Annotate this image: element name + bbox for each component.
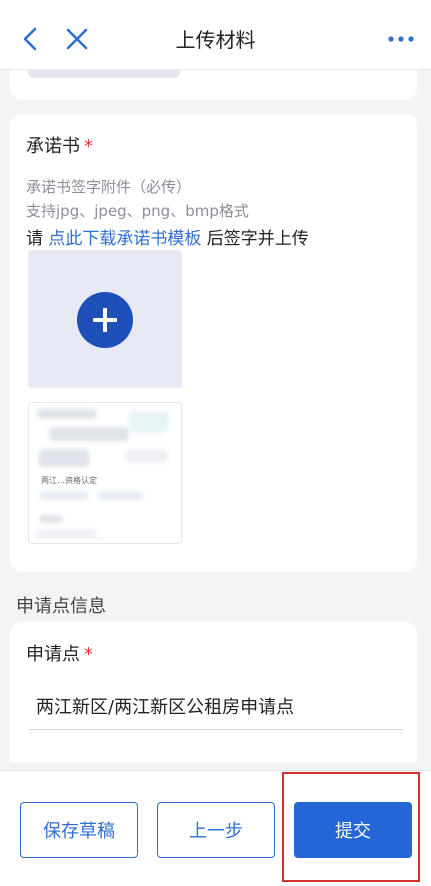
- download-instruction: 请 点此下载承诺书模板 后签字并上传: [26, 224, 309, 249]
- top-nav-bar: 上传材料: [0, 0, 431, 70]
- submit-button[interactable]: 提交: [294, 802, 412, 858]
- commitment-hint-formats: 支持jpg、jpeg、png、bmp格式: [26, 202, 249, 220]
- more-icon: [388, 36, 414, 42]
- plus-icon: [77, 292, 133, 348]
- commitment-label: 承诺书: [26, 136, 80, 157]
- required-mark: *: [84, 644, 93, 665]
- previous-card: [10, 70, 417, 100]
- uploaded-image-thumbnail[interactable]: 两江…资格认定: [28, 402, 182, 544]
- more-button[interactable]: [383, 26, 419, 52]
- previous-step-button[interactable]: 上一步: [157, 802, 275, 858]
- application-point-card: 申请点 *: [10, 622, 417, 762]
- blurred-region: [49, 427, 129, 441]
- close-button[interactable]: [60, 22, 94, 56]
- application-point-label: 申请点: [26, 644, 80, 665]
- blurred-region: [39, 491, 89, 500]
- commitment-label-row: 承诺书 *: [26, 132, 93, 158]
- save-draft-button[interactable]: 保存草稿: [20, 802, 138, 858]
- commitment-card: 承诺书 * 承诺书签字附件（必传） 支持jpg、jpeg、png、bmp格式 请 …: [10, 114, 417, 572]
- blurred-region: [125, 449, 167, 463]
- required-mark: *: [84, 136, 93, 157]
- field-underline: [28, 729, 404, 730]
- application-point-select[interactable]: 两江新区/两江新区公租房申请点: [36, 693, 294, 719]
- blurred-region: [37, 409, 97, 419]
- download-prefix: 请: [26, 229, 49, 249]
- blurred-region: [39, 449, 89, 467]
- chevron-left-icon: [23, 27, 37, 51]
- back-button[interactable]: [14, 22, 48, 56]
- application-point-label-row: 申请点 *: [26, 640, 93, 666]
- blurred-region: [129, 411, 169, 433]
- download-suffix: 后签字并上传: [201, 229, 309, 249]
- blurred-region: [37, 529, 97, 539]
- download-template-link[interactable]: 点此下载承诺书模板: [48, 229, 201, 249]
- commitment-hint-required: 承诺书签字附件（必传）: [26, 178, 192, 196]
- close-icon: [66, 28, 88, 50]
- blurred-region: [39, 515, 63, 523]
- blurred-region: [99, 491, 143, 500]
- section-title: 申请点信息: [16, 596, 106, 617]
- thumbnail-text: 两江…资格认定: [41, 476, 97, 485]
- previous-image-edge: [28, 70, 180, 78]
- upload-button[interactable]: [28, 250, 182, 388]
